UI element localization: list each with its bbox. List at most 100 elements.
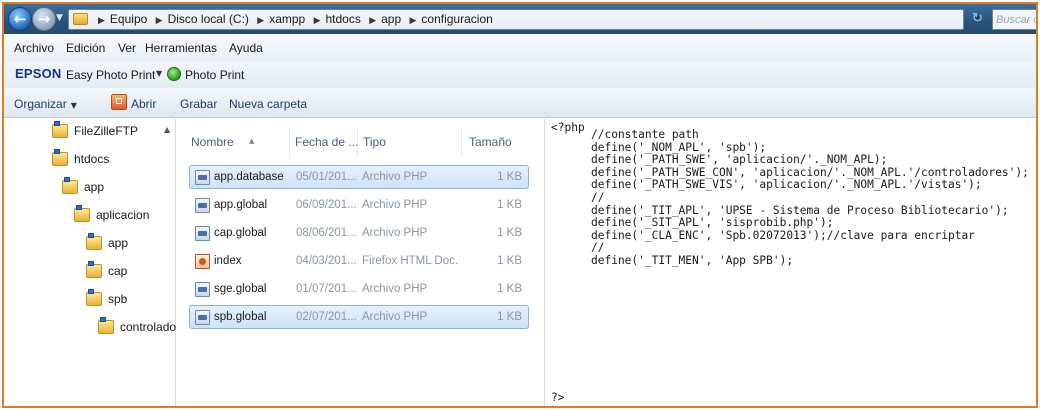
file-row[interactable]: sge.global 01/07/201... Archivo PHP 1 KB [189, 277, 529, 301]
open-file-icon [111, 94, 127, 110]
folder-icon [52, 121, 68, 138]
tree-item-label: cap [108, 264, 128, 278]
menu-item-herramientas[interactable]: Herramientas [145, 41, 217, 55]
folder-icon [86, 233, 102, 250]
menu-item-edicion[interactable]: Edición [66, 41, 105, 55]
back-button[interactable]: ← [8, 7, 32, 31]
file-date: 08/06/201... [296, 227, 357, 239]
new-folder-button[interactable]: Nueva carpeta [229, 97, 307, 111]
breadcrumb-separator-icon[interactable]: ▶ [314, 16, 321, 26]
file-size: 1 KB [497, 171, 522, 183]
file-row[interactable]: index 04/03/201... Firefox HTML Doc... 1… [189, 249, 529, 273]
tree-item-label: spb [108, 292, 128, 306]
file-row[interactable]: cap.global 08/06/201... Archivo PHP 1 KB [189, 221, 529, 245]
file-list: Nombre ▲ Fecha de ... Tipo Tamaño app.dat… [177, 119, 543, 406]
tree-item-label: controlador [120, 320, 176, 334]
file-date: 06/09/201... [296, 199, 357, 211]
breadcrumb: ▶ Equipo ▶ Disco local (C:) ▶ xampp ▶ htdocs… [93, 10, 493, 29]
breadcrumb-separator-icon[interactable]: ▶ [369, 16, 376, 26]
easy-photo-print-button[interactable]: Easy Photo Print [66, 68, 155, 82]
folder-icon [73, 13, 88, 25]
breadcrumb-item[interactable]: Disco local (C:) [168, 12, 249, 26]
search-input[interactable] [993, 10, 1036, 29]
column-divider[interactable] [289, 127, 290, 157]
file-size: 1 KB [497, 283, 522, 295]
open-button[interactable]: Abrir [131, 97, 156, 111]
file-row[interactable]: app.global 06/09/201... Archivo PHP 1 KB [189, 193, 529, 217]
column-header-type[interactable]: Tipo [363, 135, 386, 149]
chevron-down-icon: ▼ [70, 101, 77, 110]
breadcrumb-separator-icon[interactable]: ▶ [98, 16, 105, 26]
php-file-icon [195, 226, 210, 241]
tree-item-label: app [84, 180, 105, 194]
organize-button[interactable]: Organizar ▼ [14, 97, 77, 111]
php-open-tag: <?php [551, 121, 585, 134]
code-line: define('_TIT_MEN', 'App SPB'); [591, 253, 794, 267]
file-size: 1 KB [497, 311, 522, 323]
php-file-icon [195, 198, 210, 213]
menu-bar: Archivo Edición Ver Herramientas Ayuda [4, 34, 1036, 62]
photo-print-icon [167, 67, 181, 81]
burn-button[interactable]: Grabar [180, 97, 217, 111]
photo-print-button[interactable]: Photo Print [185, 68, 244, 82]
file-name: app.global [214, 199, 268, 211]
folder-icon [86, 289, 102, 306]
breadcrumb-item[interactable]: htdocs [325, 12, 360, 26]
breadcrumb-separator-icon[interactable]: ▶ [257, 16, 264, 26]
column-header-label: Nombre [191, 135, 234, 149]
column-header-date[interactable]: Fecha de ... [295, 135, 358, 149]
breadcrumb-item[interactable]: xampp [269, 12, 305, 26]
php-file-icon [195, 310, 210, 325]
recent-pages-chevron-icon[interactable]: ▼ [56, 13, 66, 23]
breadcrumb-item[interactable]: Equipo [110, 12, 147, 26]
menu-item-ayuda[interactable]: Ayuda [229, 41, 263, 55]
navigation-pane: ▲ FileZilleFTP htdocs app aplicacion app… [4, 119, 176, 406]
code-line: define('_PATH_SWE', 'aplicacion/'._NOM_A… [591, 153, 888, 167]
code-block: //constante path define('_NOM_APL', 'spb'… [591, 128, 1029, 268]
file-row[interactable]: app.database 05/01/201... Archivo PHP 1 … [189, 165, 529, 189]
file-name: app.database [214, 171, 284, 183]
file-size: 1 KB [497, 255, 522, 267]
scroll-up-arrow-icon[interactable]: ▲ [164, 125, 170, 134]
code-line: // [591, 190, 605, 204]
menu-item-ver[interactable]: Ver [118, 41, 136, 55]
php-file-icon [195, 170, 210, 185]
file-name: sge.global [214, 283, 267, 295]
forward-arrow-icon: → [37, 10, 51, 28]
column-divider[interactable] [461, 127, 462, 157]
organize-label: Organizar [14, 97, 67, 111]
file-type: Firefox HTML Doc... [362, 255, 458, 267]
file-type: Archivo PHP [362, 311, 428, 323]
file-type: Archivo PHP [362, 199, 428, 211]
file-size: 1 KB [497, 199, 522, 211]
tree-item-controladores[interactable]: controlador [98, 317, 176, 339]
file-date: 02/07/201... [296, 311, 357, 323]
breadcrumb-item[interactable]: app [381, 12, 401, 26]
column-header-name[interactable]: Nombre ▲ [191, 135, 254, 149]
file-date: 04/03/201... [296, 255, 357, 267]
file-type: Archivo PHP [362, 171, 428, 183]
folder-icon [98, 317, 114, 334]
file-name: cap.global [214, 227, 267, 239]
file-row[interactable]: spb.global 02/07/201... Archivo PHP 1 KB [189, 305, 529, 329]
folder-icon [74, 205, 90, 222]
folder-icon [86, 261, 102, 278]
code-preview-pane: <?php //constante path define('_NOM_APL',… [544, 119, 1036, 406]
breadcrumb-separator-icon[interactable]: ▶ [156, 16, 163, 26]
file-date: 05/01/201... [296, 171, 357, 183]
sort-caret-icon: ▲ [249, 137, 255, 145]
refresh-icon[interactable]: ↻ [972, 11, 988, 27]
breadcrumb-item[interactable]: configuracion [421, 12, 492, 26]
code-line: define('_CLA_ENC', 'Spb.02072013');//cla… [591, 228, 975, 242]
search-box[interactable] [992, 9, 1036, 30]
forward-button[interactable]: → [32, 7, 56, 31]
php-file-icon [195, 282, 210, 297]
breadcrumb-separator-icon[interactable]: ▶ [409, 16, 416, 26]
column-header-size[interactable]: Tamaño [469, 135, 512, 149]
column-divider[interactable] [357, 127, 358, 157]
chevron-down-icon[interactable]: ▼ [156, 69, 162, 78]
menu-item-archivo[interactable]: Archivo [14, 41, 54, 55]
back-arrow-icon: ← [13, 10, 27, 28]
php-close-tag: ?> [551, 391, 565, 404]
address-field[interactable]: ▶ Equipo ▶ Disco local (C:) ▶ xampp ▶ htdocs… [68, 9, 980, 30]
